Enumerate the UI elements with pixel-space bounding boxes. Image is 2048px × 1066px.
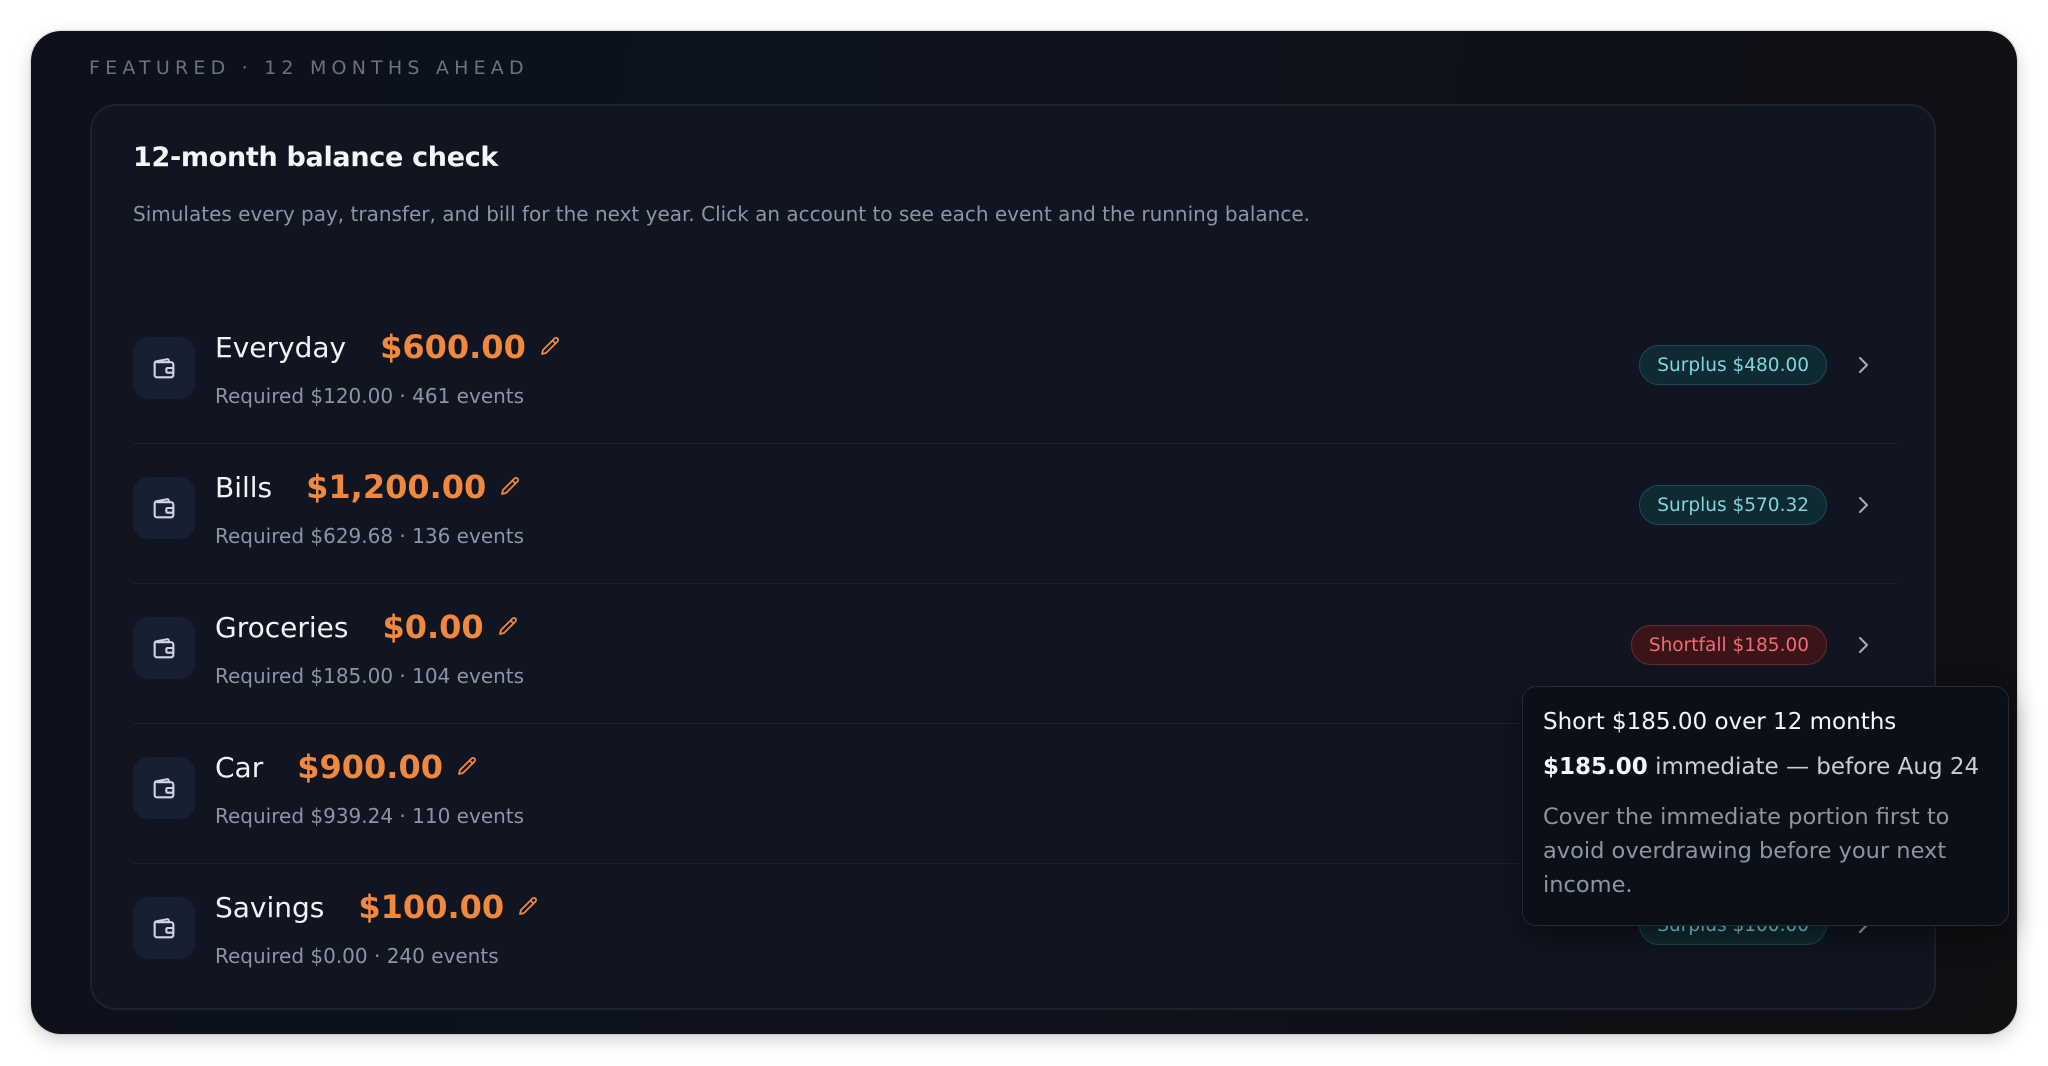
pencil-icon[interactable]	[498, 475, 522, 499]
wallet-icon	[133, 617, 195, 679]
account-meta: Required $185.00 · 104 events	[215, 664, 525, 688]
account-balance: $900.00	[297, 748, 443, 786]
account-meta: Required $0.00 · 240 events	[215, 944, 499, 968]
status-badge[interactable]: Shortfall $185.00	[1630, 625, 1827, 665]
account-meta: Required $120.00 · 461 events	[215, 384, 525, 408]
section-kicker: FEATURED · 12 MONTHS AHEAD	[89, 57, 529, 79]
card-description: Simulates every pay, transfer, and bill …	[133, 202, 1310, 226]
account-name: Bills	[215, 470, 273, 504]
account-balance: $0.00	[382, 608, 484, 646]
wallet-icon	[133, 337, 195, 399]
account-heading: Everyday $600.00	[215, 328, 562, 366]
status-badge[interactable]: Surplus $570.32	[1639, 485, 1827, 525]
status-badge[interactable]: Surplus $480.00	[1639, 345, 1827, 385]
account-row-everyday[interactable]: Everyday $600.00 Required $120.00 · 461 …	[133, 304, 1897, 444]
account-balance: $1,200.00	[306, 468, 487, 506]
account-heading: Groceries $0.00	[215, 608, 520, 646]
account-name: Groceries	[215, 610, 349, 644]
account-meta: Required $629.68 · 136 events	[215, 524, 525, 548]
account-name: Everyday	[215, 330, 347, 364]
chevron-right-icon[interactable]	[1851, 633, 1875, 657]
chevron-right-icon[interactable]	[1851, 493, 1875, 517]
account-heading: Car $900.00	[215, 748, 479, 786]
account-balance: $600.00	[380, 328, 526, 366]
account-heading: Bills $1,200.00	[215, 468, 522, 506]
tooltip-amount: $185.00	[1543, 754, 1648, 780]
account-name: Car	[215, 750, 264, 784]
tooltip-immediate-line: $185.00 immediate — before Aug 24	[1543, 754, 1988, 780]
wallet-icon	[133, 897, 195, 959]
account-row-bills[interactable]: Bills $1,200.00 Required $629.68 · 136 e…	[133, 444, 1897, 584]
card-title: 12-month balance check	[133, 142, 499, 173]
account-name: Savings	[215, 890, 325, 924]
shortfall-tooltip: Short $185.00 over 12 months $185.00 imm…	[1522, 686, 2009, 926]
chevron-right-icon[interactable]	[1851, 353, 1875, 377]
account-meta: Required $939.24 · 110 events	[215, 804, 525, 828]
wallet-icon	[133, 477, 195, 539]
account-heading: Savings $100.00	[215, 888, 540, 926]
pencil-icon[interactable]	[516, 895, 540, 919]
pencil-icon[interactable]	[496, 615, 520, 639]
pencil-icon[interactable]	[538, 335, 562, 359]
tooltip-title: Short $185.00 over 12 months	[1543, 709, 1897, 735]
tooltip-amount-suffix: immediate — before Aug 24	[1647, 754, 1980, 780]
account-balance: $100.00	[358, 888, 505, 926]
pencil-icon[interactable]	[455, 755, 479, 779]
tooltip-body: Cover the immediate portion first to avo…	[1543, 804, 1950, 898]
wallet-icon	[133, 757, 195, 819]
app-window: FEATURED · 12 MONTHS AHEAD 12-month bala…	[31, 31, 2017, 1034]
